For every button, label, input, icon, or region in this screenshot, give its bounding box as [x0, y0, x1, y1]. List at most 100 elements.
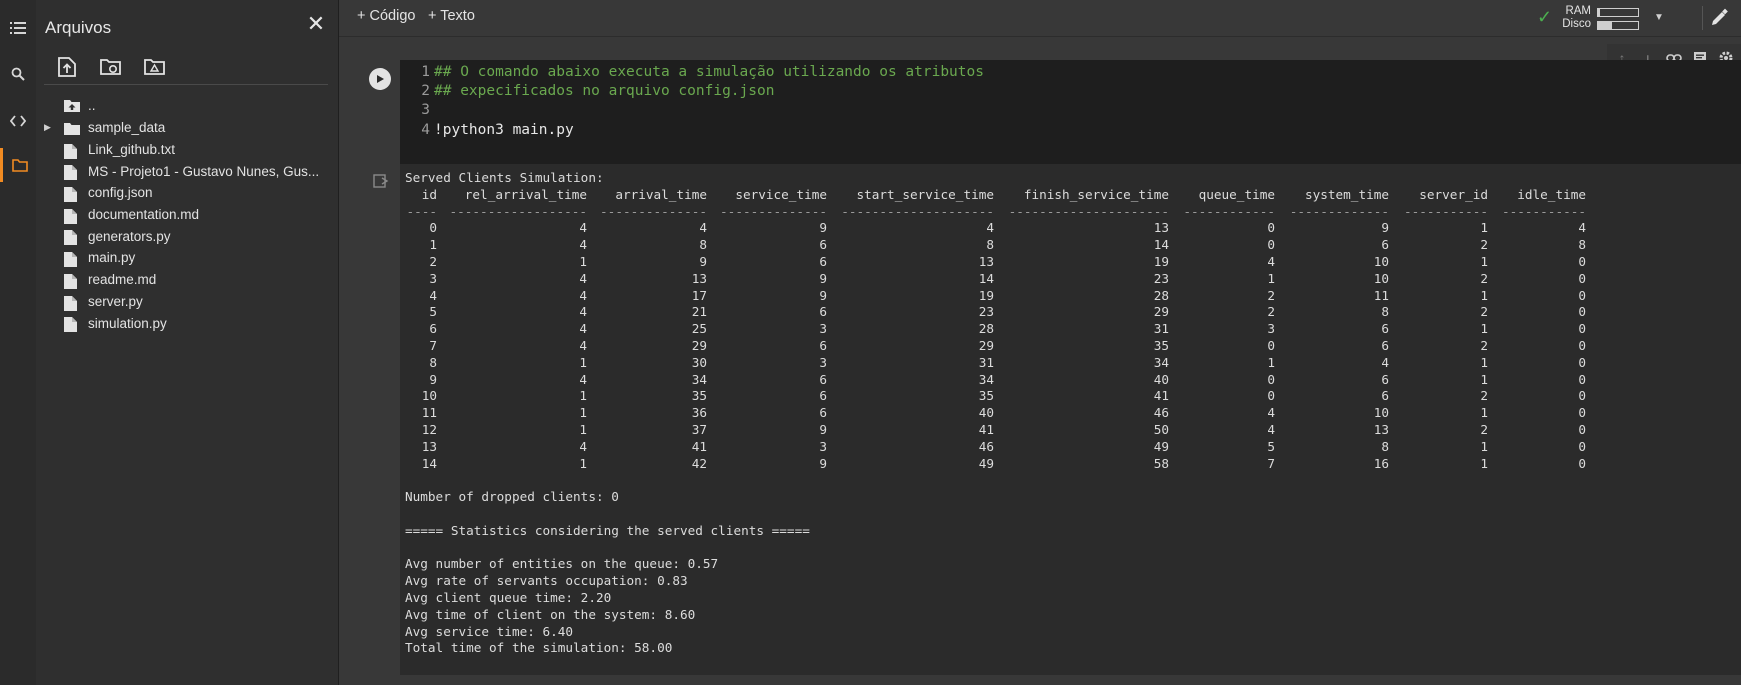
table-header: id rel_arrival_time arrival_time service_ti… [405, 187, 1586, 204]
table-row-cell: 0 [1578, 287, 1586, 303]
code-snippets-icon[interactable] [0, 104, 36, 138]
table-row-cell: 1 [1480, 405, 1488, 421]
ram-label: RAM [1565, 5, 1591, 17]
output-stat-line: Avg client queue time: 2.20 [405, 589, 612, 605]
parent-folder-item[interactable]: .. [36, 94, 338, 117]
table-header-cell: start_service_time [856, 186, 995, 202]
table-row-cell: 0 [1578, 421, 1586, 437]
table-row-cell: 9 [819, 220, 827, 236]
search-icon[interactable] [0, 57, 36, 91]
table-row-cell: 50 [1153, 421, 1169, 437]
chevron-down-icon[interactable]: ▼ [1654, 12, 1664, 23]
table-row-cell: 29 [1153, 304, 1169, 320]
left-rail [0, 0, 37, 685]
table-row-cell: 17 [691, 287, 707, 303]
file-item[interactable]: documentation.md [36, 204, 338, 226]
table-row-cell: 2 [1480, 270, 1488, 286]
mount-drive-icon[interactable] [140, 52, 170, 82]
table-row-cell: 16 [1373, 455, 1389, 471]
file-tree-label: documentation.md [88, 207, 200, 223]
table-row-cell: 0 [1578, 455, 1586, 471]
table-row: 14 1 42 9 49 58 7 16 1 0 [405, 456, 1586, 473]
file-icon [64, 143, 80, 159]
table-header-cell: system_time [1304, 186, 1389, 202]
table-row-cell: 23 [978, 304, 994, 320]
files-panel-title: Arquivos [45, 18, 112, 37]
file-item[interactable]: MS - Projeto1 - Gustavo Nunes, Gus... [36, 160, 338, 182]
table-header-cell: queue_time [1198, 186, 1275, 202]
file-tree-label: sample_data [88, 120, 166, 136]
table-row-cell: 11 [1373, 287, 1389, 303]
table-row-cell: 6 [819, 337, 827, 353]
files-panel: Arquivos ✕ .. ▶ sample_data Link_github.txt… [36, 0, 339, 685]
disk-bar [1597, 21, 1639, 30]
table-row-cell: 6 [819, 253, 827, 269]
output-stat-line: Avg service time: 6.40 [405, 623, 574, 639]
table-row-cell: 4 [1578, 220, 1586, 236]
table-row-cell: 37 [691, 421, 707, 437]
table-row-cell: 4 [699, 220, 707, 236]
table-row-cell: 42 [691, 455, 707, 471]
folder-item[interactable]: ▶ sample_data [36, 117, 338, 139]
close-icon[interactable]: ✕ [302, 10, 330, 38]
output-dropped: Number of dropped clients: 0 [405, 489, 619, 505]
table-row-cell: 9 [429, 371, 437, 387]
table-row: 5 4 21 6 23 29 2 8 2 0 [405, 304, 1586, 321]
table-separator-cell: -------------------- [841, 203, 994, 219]
table-row-cell: 8 [1381, 438, 1389, 454]
table-row-cell: 0 [1578, 438, 1586, 454]
table-row-cell: 1 [1480, 371, 1488, 387]
file-icon [64, 295, 80, 311]
table-row-cell: 3 [429, 270, 437, 286]
add-text-button[interactable]: + Texto [428, 8, 475, 24]
table-row-cell: 6 [1381, 337, 1389, 353]
table-row: 11 1 36 6 40 46 4 10 1 0 [405, 405, 1586, 422]
table-row-cell: 9 [699, 253, 707, 269]
file-item[interactable]: simulation.py [36, 312, 338, 334]
table-row-cell: 4 [1267, 253, 1275, 269]
table-row-cell: 1 [1480, 438, 1488, 454]
expand-arrow-icon[interactable]: ▶ [44, 122, 54, 133]
add-code-button[interactable]: + Código [357, 8, 415, 24]
files-folder-icon[interactable] [0, 148, 36, 182]
table-row-cell: 21 [691, 304, 707, 320]
file-item[interactable]: readme.md [36, 269, 338, 291]
table-row-cell: 2 [1480, 237, 1488, 253]
output-menu-icon[interactable] [373, 174, 389, 188]
table-row-cell: 8 [699, 237, 707, 253]
upload-file-icon[interactable] [52, 52, 82, 82]
file-item[interactable]: Link_github.txt [36, 139, 338, 161]
file-item[interactable]: server.py [36, 291, 338, 313]
output-stat-line: Avg time of client on the system: 8.60 [405, 606, 696, 622]
table-row-cell: 31 [978, 354, 994, 370]
resources-indicator[interactable]: ✓ RAM Disco ▼ [1537, 4, 1687, 32]
table-row-cell: 2 [1480, 388, 1488, 404]
table-row-cell: 3 [1267, 321, 1275, 337]
table-row-cell: 35 [978, 388, 994, 404]
table-row-cell: 10 [1373, 253, 1389, 269]
file-item[interactable]: config.json [36, 182, 338, 204]
run-cell-button[interactable] [369, 68, 391, 90]
table-of-contents-icon[interactable] [0, 11, 36, 45]
output-blank [405, 472, 1586, 489]
table-row-cell: 0 [1267, 371, 1275, 387]
table-row: 13 4 41 3 46 49 5 8 1 0 [405, 439, 1586, 456]
table-row: 2 1 9 6 13 19 4 10 1 0 [405, 254, 1586, 271]
table-row-cell: 6 [1381, 237, 1389, 253]
table-row: 3 4 13 9 14 23 1 10 2 0 [405, 271, 1586, 288]
refresh-folder-icon[interactable] [96, 52, 126, 82]
file-tree-label: readme.md [88, 272, 157, 288]
code-line: ## expecificados no arquivo config.json [434, 83, 775, 100]
file-item[interactable]: main.py [36, 247, 338, 269]
divider [1702, 6, 1703, 30]
table-row-cell: 30 [691, 354, 707, 370]
table-row-cell: 2 [1480, 421, 1488, 437]
file-icon [64, 165, 80, 181]
table-row-cell: 1 [429, 237, 437, 253]
table-row-cell: 11 [421, 405, 437, 421]
output-stats-header: ===== Statistics considering the served … [405, 522, 810, 538]
code-editor[interactable]: 1 ## O comando abaixo executa a simulação… [400, 60, 1741, 164]
edit-pencil-icon[interactable] [1709, 8, 1729, 28]
file-item[interactable]: generators.py [36, 225, 338, 247]
file-icon [64, 252, 80, 268]
